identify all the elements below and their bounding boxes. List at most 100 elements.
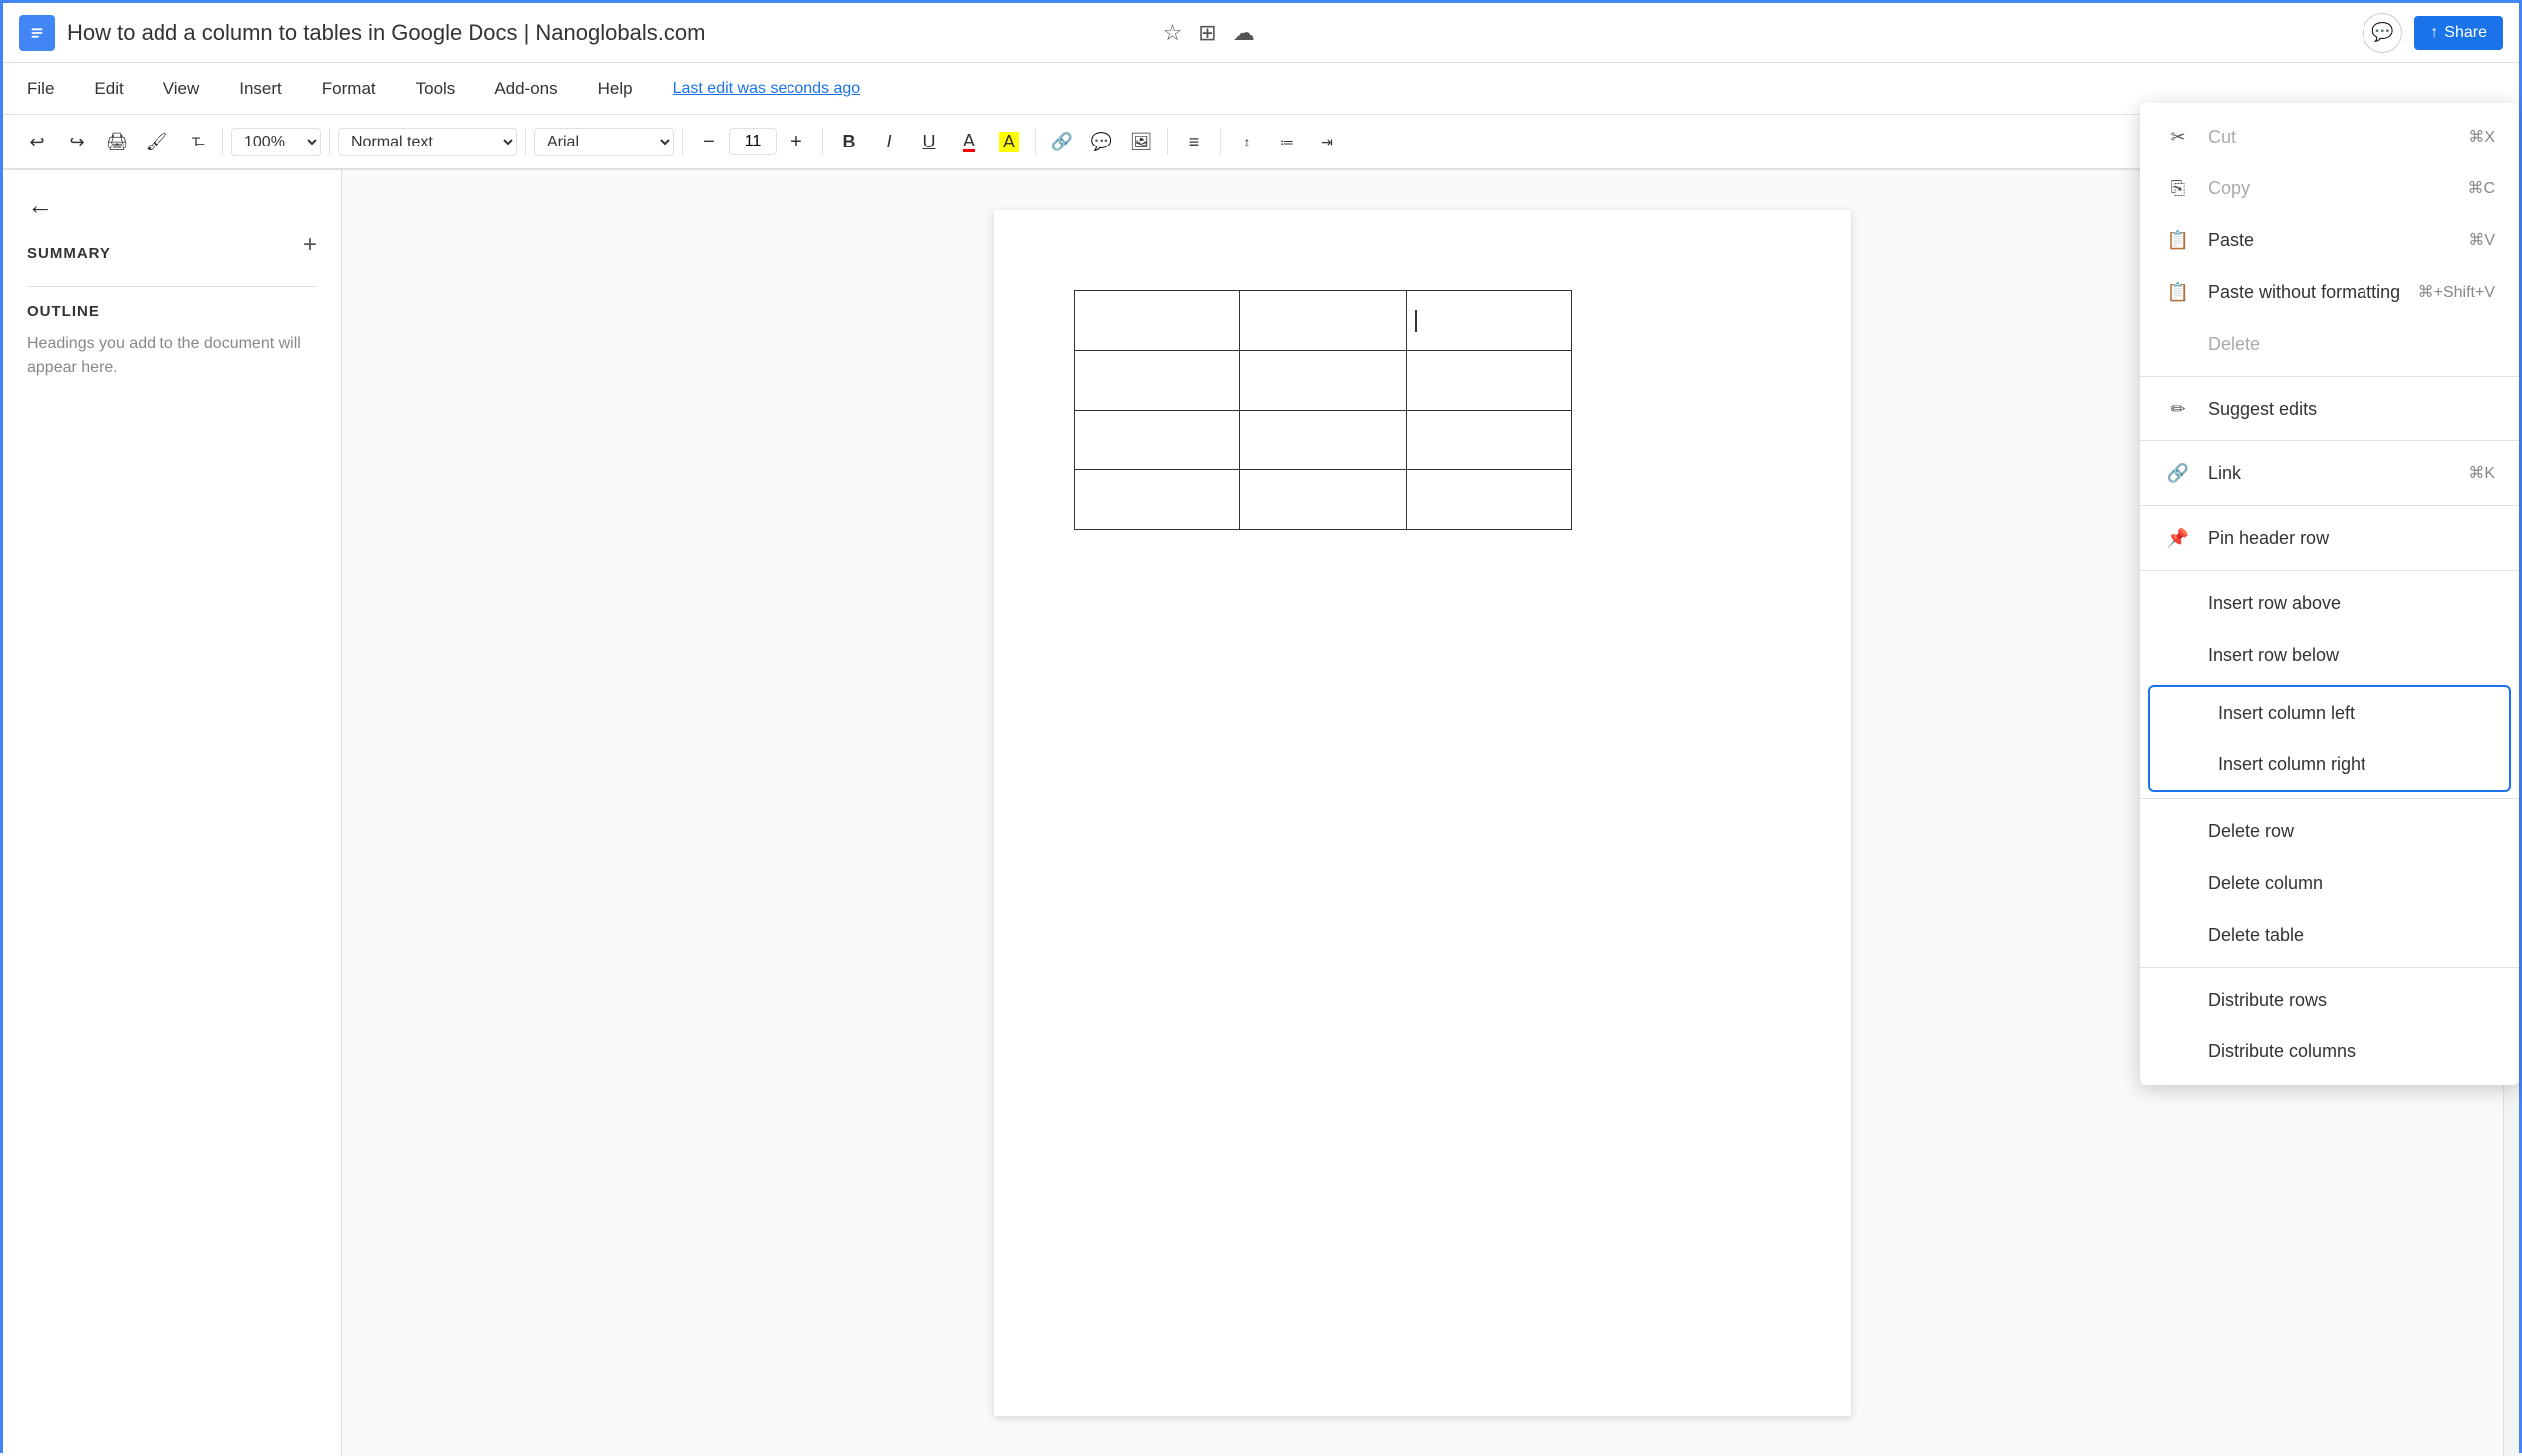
ctx-divider-5	[2140, 798, 2519, 799]
context-menu: ✂ Cut ⌘X ⎘ Copy ⌘C 📋 Paste ⌘V 📋 Paste wi…	[2140, 103, 2519, 1085]
ctx-delete-column[interactable]: Delete column	[2140, 857, 2519, 909]
ctx-distribute-rows[interactable]: Distribute rows	[2140, 974, 2519, 1025]
insert-row-above-icon	[2164, 589, 2192, 617]
table-cell[interactable]	[1240, 411, 1406, 470]
ctx-delete-row[interactable]: Delete row	[2140, 805, 2519, 857]
ctx-insert-row-below[interactable]: Insert row below	[2140, 629, 2519, 681]
cut-icon: ✂	[2164, 123, 2192, 150]
image-button[interactable]: 🖼	[1123, 124, 1159, 159]
undo-button[interactable]: ↩	[19, 124, 55, 159]
menu-edit[interactable]: Edit	[86, 75, 131, 103]
ctx-delete-table[interactable]: Delete table	[2140, 909, 2519, 961]
table-cell[interactable]	[1406, 411, 1571, 470]
indent-button[interactable]: ⇥	[1309, 124, 1345, 159]
list-button[interactable]: ≔	[1269, 124, 1305, 159]
top-right-area: 💬 ↑ Share	[2363, 13, 2503, 53]
font-size-area: − +	[691, 124, 814, 159]
table-cell[interactable]	[1075, 411, 1240, 470]
ctx-insert-row-above[interactable]: Insert row above	[2140, 577, 2519, 629]
table-cell[interactable]	[1406, 470, 1571, 530]
menu-addons[interactable]: Add-ons	[486, 75, 565, 103]
ctx-paste-no-format[interactable]: 📋 Paste without formatting ⌘+Shift+V	[2140, 266, 2519, 318]
font-size-decrease[interactable]: −	[691, 124, 727, 159]
font-size-input[interactable]	[729, 128, 777, 155]
toolbar-divider-1	[222, 128, 223, 155]
menu-tools[interactable]: Tools	[408, 75, 464, 103]
ctx-insert-row-below-label: Insert row below	[2208, 645, 2339, 666]
table-cell[interactable]	[1075, 291, 1240, 351]
back-arrow[interactable]: ←	[27, 190, 317, 221]
ctx-delete-column-label: Delete column	[2208, 873, 2323, 894]
delete-column-icon	[2164, 869, 2192, 897]
ctx-insert-col-left[interactable]: Insert column left	[2150, 687, 2509, 738]
ctx-delete-table-label: Delete table	[2208, 925, 2304, 946]
document-table[interactable]	[1074, 290, 1572, 530]
table-cell[interactable]	[1075, 470, 1240, 530]
ctx-link-label: Link	[2208, 463, 2241, 484]
comment-button[interactable]: 💬	[1084, 124, 1119, 159]
ctx-delete[interactable]: Delete	[2140, 318, 2519, 370]
font-select[interactable]: Arial Times New Roman Courier New	[534, 128, 674, 156]
copy-icon: ⎘	[2164, 174, 2192, 202]
print-button[interactable]: 🖨	[99, 124, 135, 159]
table-cell[interactable]	[1406, 351, 1571, 411]
ctx-cut-shortcut: ⌘X	[2468, 127, 2495, 146]
last-edit-status[interactable]: Last edit was seconds ago	[673, 80, 861, 98]
ctx-paste-label: Paste	[2208, 230, 2254, 251]
ctx-suggest-edits-label: Suggest edits	[2208, 399, 2317, 420]
underline-button[interactable]: U	[911, 124, 947, 159]
ctx-delete-label: Delete	[2208, 334, 2260, 355]
ctx-pin-header[interactable]: 📌 Pin header row	[2140, 512, 2519, 564]
delete-icon	[2164, 330, 2192, 358]
paste-icon: 📋	[2164, 226, 2192, 254]
font-size-increase[interactable]: +	[779, 124, 814, 159]
title-bar: How to add a column to tables in Google …	[3, 3, 2519, 63]
grid-icon[interactable]: ⊞	[1198, 20, 1216, 46]
table-cell[interactable]	[1240, 291, 1406, 351]
menu-file[interactable]: File	[19, 75, 62, 103]
clear-format-button[interactable]: T̶	[178, 124, 214, 159]
bold-button[interactable]: B	[831, 124, 867, 159]
menu-insert[interactable]: Insert	[231, 75, 290, 103]
table-cell[interactable]	[1240, 470, 1406, 530]
paint-format-button[interactable]: 🖌	[139, 124, 174, 159]
menu-format[interactable]: Format	[314, 75, 384, 103]
redo-button[interactable]: ↪	[59, 124, 95, 159]
ctx-copy[interactable]: ⎘ Copy ⌘C	[2140, 162, 2519, 214]
ctx-insert-col-right[interactable]: Insert column right	[2150, 738, 2509, 790]
table-cell[interactable]	[1075, 351, 1240, 411]
table-cell[interactable]	[1240, 351, 1406, 411]
ctx-paste[interactable]: 📋 Paste ⌘V	[2140, 214, 2519, 266]
toolbar-divider-5	[822, 128, 823, 155]
link-button[interactable]: 🔗	[1044, 124, 1080, 159]
italic-button[interactable]: I	[871, 124, 907, 159]
delete-table-icon	[2164, 921, 2192, 949]
ctx-suggest-edits[interactable]: ✏ Suggest edits	[2140, 383, 2519, 435]
cloud-icon[interactable]: ☁	[1233, 20, 1255, 46]
comments-button[interactable]: 💬	[2363, 13, 2402, 53]
text-color-button[interactable]: A	[951, 124, 987, 159]
zoom-select[interactable]: 100% 75% 150%	[231, 128, 321, 156]
ctx-delete-row-label: Delete row	[2208, 821, 2294, 842]
ctx-link[interactable]: 🔗 Link ⌘K	[2140, 447, 2519, 499]
summary-add-button[interactable]: +	[303, 231, 317, 259]
menu-help[interactable]: Help	[590, 75, 641, 103]
share-button[interactable]: ↑ Share	[2414, 16, 2503, 50]
ctx-cut[interactable]: ✂ Cut ⌘X	[2140, 111, 2519, 162]
ctx-divider-2	[2140, 440, 2519, 441]
star-icon[interactable]: ☆	[1163, 20, 1183, 46]
highlight-color-button[interactable]: A	[991, 124, 1027, 159]
toolbar-divider-4	[682, 128, 683, 155]
menu-view[interactable]: View	[156, 75, 208, 103]
line-spacing-button[interactable]: ↕	[1229, 124, 1265, 159]
table-cell-active[interactable]	[1406, 291, 1571, 351]
ctx-paste-shortcut: ⌘V	[2468, 230, 2495, 250]
ctx-distribute-columns[interactable]: Distribute columns	[2140, 1025, 2519, 1077]
toolbar-divider-8	[1220, 128, 1221, 155]
ctx-insert-col-left-label: Insert column left	[2218, 703, 2355, 724]
align-button[interactable]: ≡	[1176, 124, 1212, 159]
link-icon: 🔗	[2164, 459, 2192, 487]
ctx-insert-col-right-label: Insert column right	[2218, 754, 2365, 775]
document-page	[994, 210, 1851, 1416]
style-select[interactable]: Normal text Heading 1 Heading 2	[338, 128, 517, 156]
